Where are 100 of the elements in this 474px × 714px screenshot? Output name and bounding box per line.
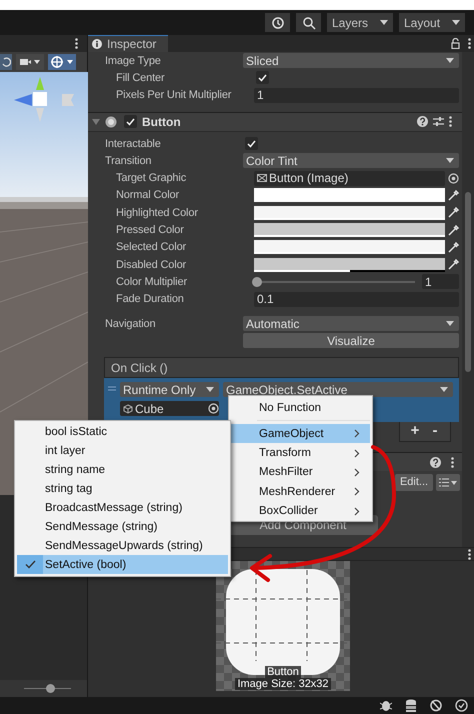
database-icon[interactable] <box>405 699 417 712</box>
history-icon <box>270 16 284 30</box>
add-button[interactable]: + <box>406 423 424 440</box>
field-label: Fade Duration <box>116 293 184 306</box>
menu-item[interactable]: int layer <box>17 441 228 460</box>
eyedropper-icon[interactable] <box>448 207 459 218</box>
menu-item[interactable]: MeshFilter <box>231 462 370 482</box>
visualize-button[interactable]: Visualize <box>243 333 459 348</box>
list-icon <box>439 478 457 487</box>
field-label: Interactable <box>105 138 161 150</box>
sprite-name: Button <box>265 666 301 678</box>
component-header[interactable]: Button <box>88 112 462 132</box>
caret-icon <box>446 58 454 64</box>
image-icon <box>257 174 267 182</box>
bug-icon[interactable] <box>380 699 392 712</box>
chevron-icon <box>354 506 360 516</box>
color-swatch[interactable] <box>254 240 445 254</box>
layout-dropdown[interactable]: Layout <box>399 13 465 32</box>
field-label: Transition <box>105 154 152 167</box>
gizmo-icon <box>50 55 74 69</box>
foldout-arrow-icon[interactable] <box>92 118 100 126</box>
menu-item[interactable]: SetActive (bool) <box>17 555 228 574</box>
eyedropper-icon[interactable] <box>448 224 459 236</box>
dropdown[interactable]: Color Tint <box>243 153 459 168</box>
edit-button[interactable]: Edit... <box>395 474 433 491</box>
inspector-tab[interactable]: Inspector <box>88 35 168 52</box>
image-size: Image Size: 32x32 <box>235 678 331 690</box>
list-dropdown[interactable] <box>436 474 460 491</box>
menu-item[interactable]: bool isStatic <box>17 422 228 441</box>
help-icon[interactable] <box>417 116 428 128</box>
menu-item[interactable]: MeshRenderer <box>231 482 370 502</box>
checkbox[interactable] <box>256 71 269 84</box>
chevron-icon <box>354 429 360 438</box>
settings-icon[interactable] <box>433 116 444 128</box>
menu-item[interactable]: SendMessageUpwards (string) <box>17 536 228 555</box>
color-swatch[interactable] <box>254 206 445 220</box>
layers-dropdown[interactable]: Layers <box>327 13 393 32</box>
runtime-dropdown[interactable]: Runtime Only <box>120 382 219 398</box>
more-icon[interactable] <box>468 548 471 560</box>
more-icon[interactable] <box>449 116 452 128</box>
menu-item[interactable]: string tag <box>17 479 228 498</box>
field-label: Navigation <box>105 318 156 330</box>
caret-icon <box>440 387 448 392</box>
object-picker-icon[interactable] <box>208 403 219 414</box>
check-circle-icon[interactable] <box>455 699 468 712</box>
camera-icon <box>20 58 40 66</box>
caret-icon <box>446 321 454 326</box>
checkbox[interactable] <box>245 137 258 150</box>
slider-thumb[interactable] <box>252 276 262 287</box>
object-field[interactable]: Cube <box>120 401 219 416</box>
eyedropper-icon[interactable] <box>448 242 459 253</box>
eyedropper-icon[interactable] <box>448 190 459 201</box>
slider[interactable] <box>254 276 415 287</box>
drag-handle-icon[interactable] <box>108 386 116 392</box>
scrollbar[interactable] <box>462 52 474 547</box>
lock-icon[interactable] <box>451 38 460 49</box>
chevron-icon <box>354 487 360 496</box>
more-icon[interactable] <box>468 38 471 49</box>
field-label: Target Graphic <box>116 172 186 184</box>
object-picker-icon[interactable] <box>448 172 459 184</box>
field-label: Fill Center <box>116 72 164 84</box>
zoom-slider[interactable] <box>24 684 71 693</box>
color-swatch[interactable] <box>254 188 445 202</box>
help-icon[interactable] <box>430 456 441 468</box>
enable-checkbox[interactable] <box>124 115 137 128</box>
function-dropdown[interactable]: GameObject.SetActive <box>223 382 453 398</box>
component-icon <box>105 116 117 128</box>
menu-item[interactable]: SendMessage (string) <box>17 517 228 536</box>
caret-icon <box>446 158 454 164</box>
dropdown[interactable]: Sliced <box>243 53 459 68</box>
search-button[interactable] <box>296 13 321 32</box>
more-icon[interactable] <box>451 456 454 468</box>
remove-button[interactable]: - <box>426 423 444 440</box>
field-label: Pressed Color <box>116 224 184 236</box>
color-swatch[interactable] <box>254 223 445 238</box>
menu-item[interactable]: No Function <box>231 397 370 419</box>
gizmo-dropdown[interactable] <box>48 54 76 70</box>
component-title: Button <box>142 114 181 129</box>
menu-item[interactable]: BroadcastMessage (string) <box>17 498 228 517</box>
rotate-icon <box>1 57 11 67</box>
field-label: Color Multiplier <box>116 276 187 288</box>
object-field[interactable]: Button (Image) <box>254 170 445 186</box>
menu-item[interactable]: string name <box>17 460 228 479</box>
camera-dropdown[interactable] <box>16 54 44 70</box>
number-field[interactable]: 1 <box>254 88 459 103</box>
menu-item[interactable]: GameObject <box>231 424 370 444</box>
check-icon <box>24 560 36 569</box>
more-icon[interactable] <box>75 38 78 49</box>
eyedropper-icon[interactable] <box>448 259 459 270</box>
field-label: Selected Color <box>116 241 186 254</box>
slider-thumb[interactable] <box>46 684 55 693</box>
rotate-button[interactable] <box>0 54 12 70</box>
menu-item[interactable]: Transform <box>231 443 370 463</box>
field-label: Normal Color <box>116 189 179 202</box>
history-button[interactable] <box>265 13 290 32</box>
color-swatch[interactable] <box>254 258 445 272</box>
dropdown[interactable]: Automatic <box>243 316 459 331</box>
number-field[interactable]: 0.1 <box>254 292 459 307</box>
field-label: Disabled Color <box>116 258 186 271</box>
number-field[interactable]: 1 <box>422 274 459 290</box>
